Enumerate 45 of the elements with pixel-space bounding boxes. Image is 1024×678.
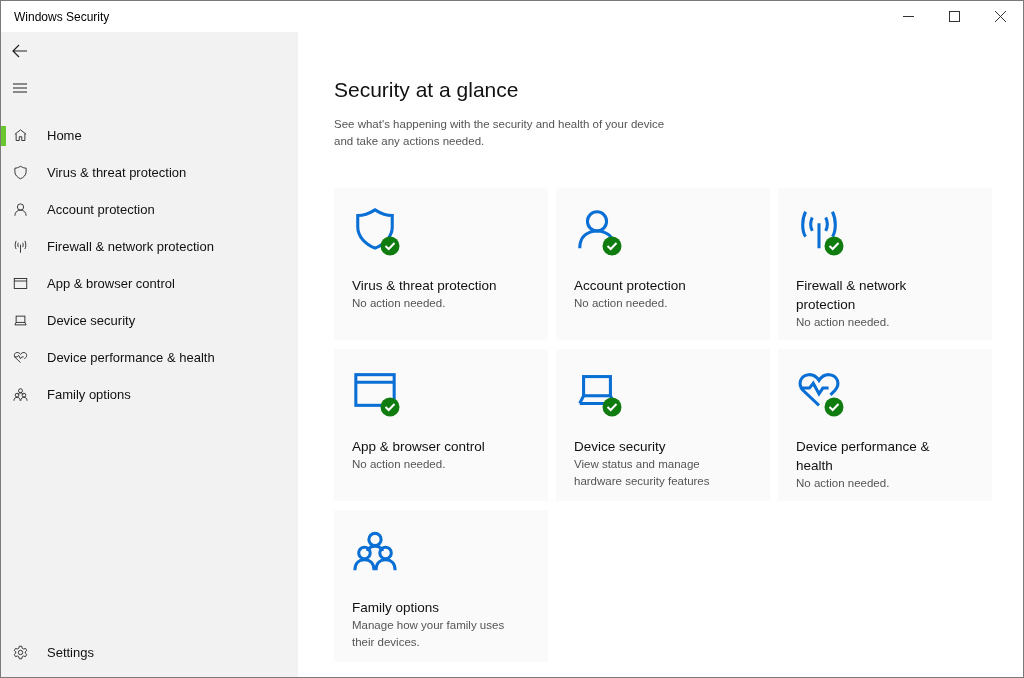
card-title: Device security <box>574 438 667 456</box>
settings-icon <box>13 645 28 660</box>
sidebar-item[interactable]: Device security <box>1 302 298 339</box>
status-card[interactable]: Device performance & health No action needed. <box>778 349 992 501</box>
card-title: Family options <box>352 599 441 617</box>
heart-pulse-icon <box>13 350 28 365</box>
card-status: No action needed. <box>352 457 447 472</box>
person-icon <box>13 202 28 217</box>
card-status: No action needed. <box>574 296 669 311</box>
card-status: No action needed. <box>352 296 447 311</box>
status-card[interactable]: App & browser control No action needed. <box>334 349 548 501</box>
status-card[interactable]: Firewall & network protection No action needed. <box>778 188 992 340</box>
sidebar-item[interactable]: Firewall & network protection <box>1 228 298 265</box>
sidebar-item[interactable]: Account protection <box>1 191 298 228</box>
card-status: Manage how your family uses their devices. <box>352 618 506 650</box>
laptop-icon <box>13 313 28 328</box>
window-title: Windows Security <box>13 9 111 24</box>
status-card[interactable]: Device security View status and manage hardware security features <box>556 349 770 501</box>
family-icon <box>13 387 28 402</box>
page-subtitle: See what's happening with the security and health of your device and take any actions needed. <box>334 117 666 149</box>
card-title: Virus & threat protection <box>352 277 498 295</box>
sidebar-item[interactable]: Device performance & health <box>1 339 298 376</box>
antenna-icon <box>13 239 28 254</box>
page-heading: Security at a glance <box>334 78 520 102</box>
sidebar-item[interactable]: Family options <box>1 376 298 413</box>
card-status: No action needed. <box>796 476 891 491</box>
close-icon <box>994 11 1006 22</box>
sidebar-item[interactable]: Home <box>1 117 298 154</box>
settings-item[interactable]: Settings <box>1 634 298 671</box>
card-title: Device performance & health <box>796 438 931 475</box>
status-card[interactable]: Family options Manage how your family uses their devices. <box>334 510 548 662</box>
status-card[interactable]: Account protection No action needed. <box>556 188 770 340</box>
house-icon <box>13 128 28 143</box>
back-arrow-icon[interactable] <box>12 42 28 59</box>
card-title: Firewall & network protection <box>796 277 908 314</box>
sidebar-item[interactable]: Virus & threat protection <box>1 154 298 191</box>
browser-window-icon <box>13 276 28 291</box>
card-status: View status and manage hardware security features <box>574 457 711 489</box>
card-title: App & browser control <box>352 438 486 456</box>
shield-icon <box>13 165 28 180</box>
status-card[interactable]: Virus & threat protection No action needed. <box>334 188 548 340</box>
maximize-icon <box>948 11 960 22</box>
card-title: Account protection <box>574 277 687 295</box>
card-status: No action needed. <box>796 315 891 330</box>
sidebar-item[interactable]: App & browser control <box>1 265 298 302</box>
